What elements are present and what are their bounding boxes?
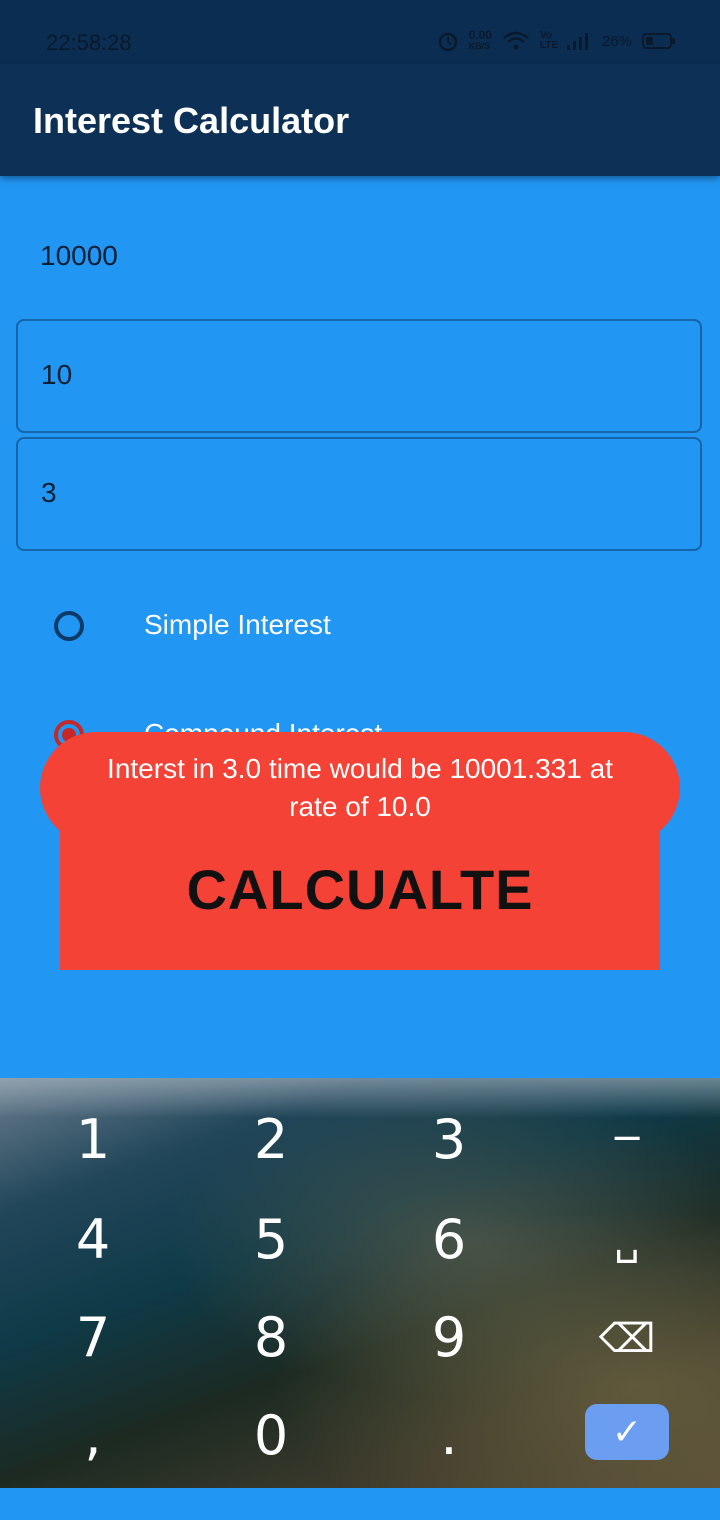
app-bar: Interest Calculator	[0, 64, 720, 176]
battery-icon	[642, 33, 675, 49]
result-toast: Interst in 3.0 time would be 10001.331 a…	[40, 732, 680, 844]
key-0[interactable]: 0	[211, 1404, 331, 1467]
status-icons: 0.00 KB/S Vo LTE 26%	[437, 28, 676, 52]
bottom-bar	[0, 1488, 720, 1520]
simple-interest-label: Simple Interest	[144, 609, 331, 640]
option-simple-interest[interactable]: Simple Interest	[54, 609, 331, 641]
key-3[interactable]: 3	[389, 1108, 509, 1171]
key-9[interactable]: 9	[389, 1306, 509, 1369]
network-speed: 0.00 KB/S	[468, 28, 492, 51]
signal-icon	[566, 33, 588, 50]
key-4[interactable]: 4	[33, 1208, 153, 1271]
key-6[interactable]: 6	[389, 1208, 509, 1271]
principal-input[interactable]: 10000	[40, 240, 118, 272]
wifi-icon	[503, 31, 529, 50]
time-value: 3	[41, 477, 57, 508]
rate-field[interactable]: 10	[16, 319, 702, 433]
backspace-key[interactable]: ⌫	[567, 1316, 687, 1362]
page-title: Interest Calculator	[33, 100, 350, 141]
key-minus[interactable]: −	[567, 1115, 687, 1161]
confirm-key[interactable]: ✓	[585, 1404, 669, 1460]
radio-simple-interest[interactable]	[54, 611, 84, 641]
checkmark-icon: ✓	[611, 1411, 643, 1453]
status-time: 22:58:28	[46, 30, 132, 55]
calculate-button-label: CALCUALTE	[186, 858, 534, 921]
battery-percent: 26%	[601, 32, 632, 50]
toast-message: Interst in 3.0 time would be 10001.331 a…	[107, 753, 613, 822]
alarm-icon	[438, 32, 457, 52]
key-space[interactable]: ␣	[567, 1218, 687, 1264]
key-8[interactable]: 8	[211, 1306, 331, 1369]
key-comma[interactable]: ,	[33, 1404, 153, 1467]
key-5[interactable]: 5	[211, 1208, 331, 1271]
key-1[interactable]: 1	[33, 1108, 153, 1171]
rate-value: 10	[41, 359, 73, 390]
time-field[interactable]: 3	[16, 437, 702, 551]
key-period[interactable]: .	[389, 1404, 509, 1467]
volte-indicator: Vo LTE	[539, 30, 559, 51]
key-2[interactable]: 2	[211, 1108, 331, 1171]
status-bar: 22:58:28 0.00 KB/S Vo LTE 26%	[0, 0, 720, 64]
key-7[interactable]: 7	[33, 1306, 153, 1369]
